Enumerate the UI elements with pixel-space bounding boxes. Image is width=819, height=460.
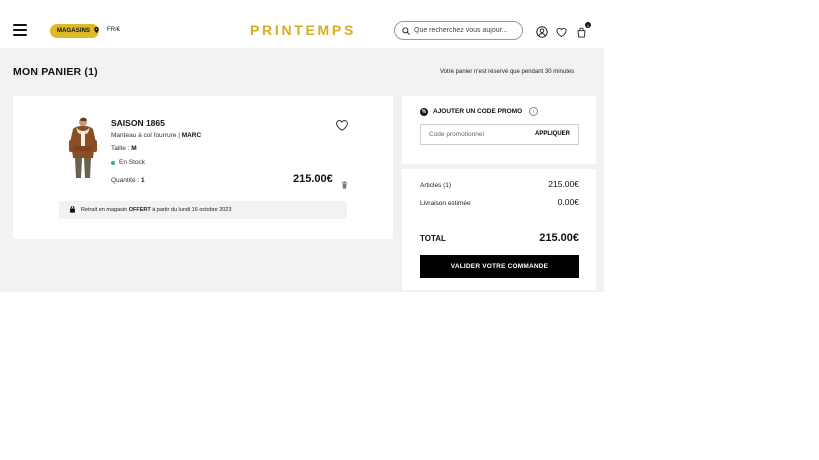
percent-icon: % bbox=[420, 107, 428, 116]
cart-items-card: SAISON 1865 Manteau à col fourrure | MAR… bbox=[13, 96, 393, 239]
product-description-brand: MARC bbox=[181, 132, 202, 139]
reservation-notice: Votre panier n'est réservé que pendant 3… bbox=[440, 69, 575, 75]
promo-code-toggle[interactable]: % AJOUTER UN CODE PROMO i bbox=[420, 107, 539, 116]
total-label: TOTAL bbox=[420, 234, 446, 243]
quantity-label: Quantité : bbox=[111, 177, 141, 184]
total-value: 215.00€ bbox=[539, 232, 579, 244]
product-description: Manteau à col fourrure | MARC bbox=[111, 132, 201, 139]
promo-title: AJOUTER UN CODE PROMO bbox=[433, 108, 523, 115]
promo-code-input[interactable] bbox=[421, 131, 531, 138]
location-pin-icon bbox=[94, 27, 99, 35]
info-icon[interactable]: i bbox=[529, 107, 539, 116]
search-icon bbox=[402, 22, 410, 40]
add-to-wishlist-heart-icon[interactable] bbox=[335, 119, 349, 132]
search-input[interactable] bbox=[414, 27, 517, 34]
page-title: MON PANIER (1) bbox=[13, 66, 98, 78]
store-icon bbox=[69, 205, 76, 215]
checkout-button[interactable]: VALIDER VOTRE COMMANDE bbox=[420, 255, 579, 278]
articles-label: Articles (1) bbox=[420, 182, 452, 189]
delivery-value: 0.00€ bbox=[557, 197, 579, 207]
order-summary-card: Articles (1) 215.00€ Livraison estimée 0… bbox=[402, 169, 596, 290]
product-image[interactable] bbox=[60, 116, 106, 179]
promo-code-field: APPLIQUER bbox=[420, 124, 579, 145]
site-header: MAGASINS FR/€ PRINTEMPS 1 bbox=[0, 0, 604, 48]
summary-total-row: TOTAL 215.00€ bbox=[420, 232, 579, 244]
articles-value: 215.00€ bbox=[548, 179, 579, 189]
remove-item-trash-icon[interactable] bbox=[341, 176, 348, 189]
product-size-value: M bbox=[131, 145, 137, 152]
product-quantity: Quantité : 1 bbox=[111, 177, 145, 184]
store-pickup-banner: Retrait en magasin OFFERT à partir du lu… bbox=[59, 201, 347, 219]
delivery-label: Livraison estimée bbox=[420, 200, 471, 207]
pickup-suffix: à partir du lundi 16 octobre 2023 bbox=[150, 207, 232, 213]
stores-label: MAGASINS bbox=[57, 28, 91, 34]
logo[interactable]: PRINTEMPS bbox=[250, 22, 353, 38]
store-pickup-text: Retrait en magasin OFFERT à partir du lu… bbox=[81, 207, 231, 213]
pickup-prefix: Retrait en magasin bbox=[81, 207, 129, 213]
product-price: 215.00€ bbox=[293, 173, 333, 185]
stock-status-label: En Stock bbox=[119, 159, 146, 166]
product-size-label: Taille : bbox=[111, 145, 132, 152]
wishlist-heart-icon[interactable] bbox=[556, 25, 568, 38]
product-size: Taille : M bbox=[111, 145, 137, 152]
locale-selector[interactable]: FR/€ bbox=[107, 27, 120, 33]
stock-status: En Stock bbox=[111, 159, 145, 166]
pickup-offer: OFFERT bbox=[128, 207, 151, 213]
cart-count-badge: 1 bbox=[585, 22, 591, 28]
menu-icon[interactable] bbox=[13, 24, 27, 36]
search-bar[interactable] bbox=[394, 21, 523, 40]
quantity-value: 1 bbox=[141, 177, 145, 184]
account-icon[interactable] bbox=[536, 25, 548, 38]
summary-delivery-row: Livraison estimée 0.00€ bbox=[420, 197, 579, 207]
promo-code-card: % AJOUTER UN CODE PROMO i APPLIQUER bbox=[402, 96, 596, 164]
apply-promo-button[interactable]: APPLIQUER bbox=[535, 131, 570, 137]
stores-button[interactable]: MAGASINS bbox=[50, 24, 99, 38]
summary-articles-row: Articles (1) 215.00€ bbox=[420, 179, 579, 189]
product-description-text: Manteau à col fourrure | bbox=[111, 132, 182, 139]
cart-icon[interactable]: 1 bbox=[576, 22, 591, 38]
in-stock-dot-icon bbox=[111, 160, 115, 165]
product-brand[interactable]: SAISON 1865 bbox=[111, 118, 165, 128]
